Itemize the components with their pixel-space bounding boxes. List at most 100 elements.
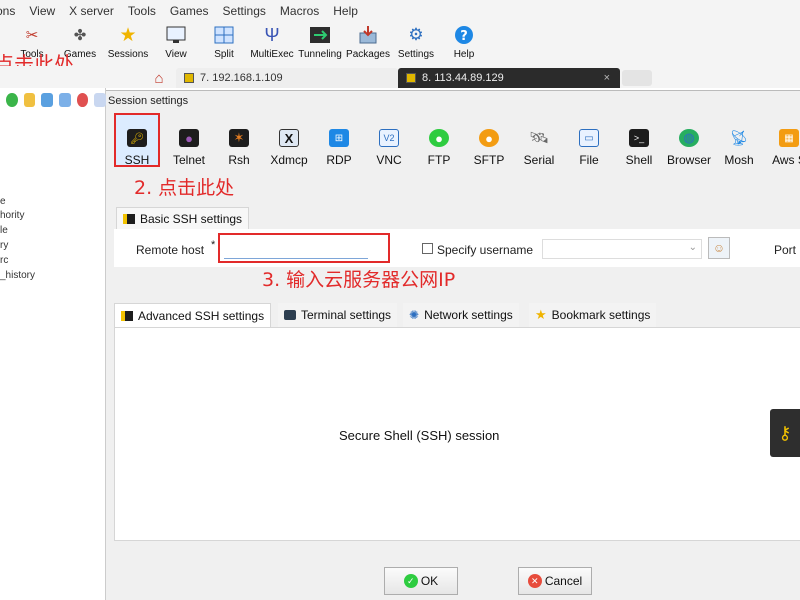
multiexec-icon: Ψ xyxy=(264,24,280,45)
settings-gears-icon: ⚙ xyxy=(408,25,424,44)
mosh-icon: 📡︎ xyxy=(729,130,749,147)
sidebar: e hority le ry rc _history xyxy=(0,88,107,600)
menu-tools[interactable]: Tools xyxy=(128,4,156,18)
protocol-rdp[interactable]: ⊞ RDP xyxy=(312,123,366,167)
tools-icon: ✂ xyxy=(25,27,39,44)
terminal-icon xyxy=(284,310,296,320)
menu-sessions[interactable]: ons xyxy=(0,4,15,18)
specify-username-label: Specify username xyxy=(437,243,534,257)
protocol-mosh[interactable]: 📡︎ Mosh xyxy=(712,123,766,167)
xdmcp-icon: X xyxy=(279,129,299,147)
telnet-icon: ● xyxy=(179,129,199,147)
download-icon[interactable] xyxy=(59,93,71,107)
svg-text:?: ? xyxy=(460,29,468,44)
main-toolbar: ✂ Tools ✤ Games ★ Sessions View Split Ψ … xyxy=(0,22,800,66)
sidebar-toolbar xyxy=(0,88,107,112)
menu-settings[interactable]: Settings xyxy=(223,4,266,18)
new-file-icon[interactable] xyxy=(41,93,54,107)
session-tabs-bar: ⌂ 7. 192.168.1.109 8. 113.44.89.129 × xyxy=(0,66,800,88)
file-item[interactable]: le xyxy=(0,225,8,236)
ssh-key-icon xyxy=(184,73,194,83)
protocol-ftp[interactable]: ● FTP xyxy=(412,123,466,167)
file-item[interactable]: hority xyxy=(0,210,24,221)
home-tab[interactable]: ⌂ xyxy=(144,68,174,88)
menu-view[interactable]: View xyxy=(29,4,55,18)
protocol-aws-s3[interactable]: ▦ Aws S xyxy=(762,123,800,167)
session-tab-8[interactable]: 8. 113.44.89.129 × xyxy=(398,68,620,88)
refresh-icon[interactable] xyxy=(6,93,18,107)
serial-icon: 🛰︎ xyxy=(528,130,550,147)
home-icon: ⌂ xyxy=(154,69,164,87)
protocol-ssh[interactable]: 🔑︎ SSH xyxy=(110,123,164,167)
rename-icon[interactable] xyxy=(94,93,107,107)
protocol-file[interactable]: ▭ File xyxy=(562,123,616,167)
user-manager-button[interactable]: ☺ xyxy=(708,237,730,259)
help-icon: ? xyxy=(453,24,475,46)
file-item[interactable]: ry xyxy=(0,240,8,251)
cancel-button[interactable]: ✕ Cancel xyxy=(518,567,592,595)
sftp-icon: ● xyxy=(479,129,499,147)
close-tab-icon[interactable]: × xyxy=(604,72,610,84)
view-icon xyxy=(165,24,187,46)
port-label: Port xyxy=(774,243,797,257)
tab-terminal-settings[interactable]: Terminal settings xyxy=(278,303,398,327)
split-icon xyxy=(213,24,235,46)
large-key-icon: ⚷ xyxy=(770,409,800,457)
protocol-browser[interactable]: ◍ Browser xyxy=(662,123,716,167)
protocol-shell[interactable]: >_ Shell xyxy=(612,123,666,167)
shell-icon: >_ xyxy=(629,129,649,147)
new-folder-icon[interactable] xyxy=(23,93,36,107)
specify-username-checkbox[interactable] xyxy=(422,243,433,254)
advanced-settings-pane: Secure Shell (SSH) session xyxy=(114,327,800,541)
delete-icon[interactable] xyxy=(76,93,89,107)
packages-icon xyxy=(357,24,379,46)
aws-icon: ▦ xyxy=(779,129,799,147)
basic-ssh-settings-tab[interactable]: Basic SSH settings xyxy=(116,207,250,229)
menu-games[interactable]: Games xyxy=(170,4,209,18)
star-icon: ★ xyxy=(535,307,547,322)
tab-network-settings[interactable]: ✺ Network settings xyxy=(403,303,519,327)
check-icon: ✓ xyxy=(403,574,418,588)
protocol-telnet[interactable]: ● Telnet xyxy=(162,123,216,167)
session-description: Secure Shell (SSH) session xyxy=(339,428,500,443)
rdp-icon: ⊞ xyxy=(329,129,349,147)
file-item[interactable]: rc xyxy=(0,255,8,266)
menu-xserver[interactable]: X server xyxy=(69,4,114,18)
ssh-key-icon: 🔑︎ xyxy=(127,129,147,147)
sessions-star-icon: ★ xyxy=(119,24,137,46)
advanced-tabs: Advanced SSH settings Terminal settings … xyxy=(114,303,800,327)
user-icon: ☺ xyxy=(712,241,726,255)
ssh-key-icon xyxy=(121,310,133,321)
menu-bar: ons View X server Tools Games Settings M… xyxy=(0,0,800,22)
menu-macros[interactable]: Macros xyxy=(280,4,319,18)
cancel-icon: ✕ xyxy=(527,574,542,588)
protocol-sftp[interactable]: ● SFTP xyxy=(462,123,516,167)
browser-icon: ◍ xyxy=(679,129,699,147)
session-tab-7[interactable]: 7. 192.168.1.109 xyxy=(176,68,398,88)
games-icon: ✤ xyxy=(73,27,87,44)
ssh-key-icon xyxy=(123,213,135,224)
toolbar-help-button[interactable]: ? Help xyxy=(436,22,492,66)
tab-bookmark-settings[interactable]: ★ Bookmark settings xyxy=(529,303,657,327)
protocol-serial[interactable]: 🛰︎ Serial xyxy=(512,123,566,167)
annotation-step2: 2. 点击此处 xyxy=(134,177,235,199)
remote-host-highlight xyxy=(218,233,390,263)
tab-advanced-ssh-settings[interactable]: Advanced SSH settings xyxy=(114,303,272,327)
new-tab-button[interactable] xyxy=(622,70,652,86)
vnc-icon: V2 xyxy=(379,129,399,147)
ftp-icon: ● xyxy=(429,129,449,147)
chevron-down-icon: ⌄ xyxy=(688,242,697,253)
protocol-xdmcp[interactable]: X Xdmcp xyxy=(262,123,316,167)
file-item[interactable]: e xyxy=(0,196,6,207)
menu-help[interactable]: Help xyxy=(333,4,358,18)
file-item[interactable]: _history xyxy=(0,270,35,281)
username-select[interactable]: ⌄ xyxy=(542,239,702,259)
file-icon: ▭ xyxy=(579,129,599,147)
rsh-icon: ✶ xyxy=(229,129,249,147)
basic-ssh-settings-pane: Remote host * Specify username ⌄ ☺ Port … xyxy=(114,229,800,267)
ok-button[interactable]: ✓ OK xyxy=(384,567,458,595)
annotation-step3: 3. 输入云服务器公网IP xyxy=(262,269,456,291)
protocol-rsh[interactable]: ✶ Rsh xyxy=(212,123,266,167)
protocol-vnc[interactable]: V2 VNC xyxy=(362,123,416,167)
required-marker: * xyxy=(211,239,216,251)
